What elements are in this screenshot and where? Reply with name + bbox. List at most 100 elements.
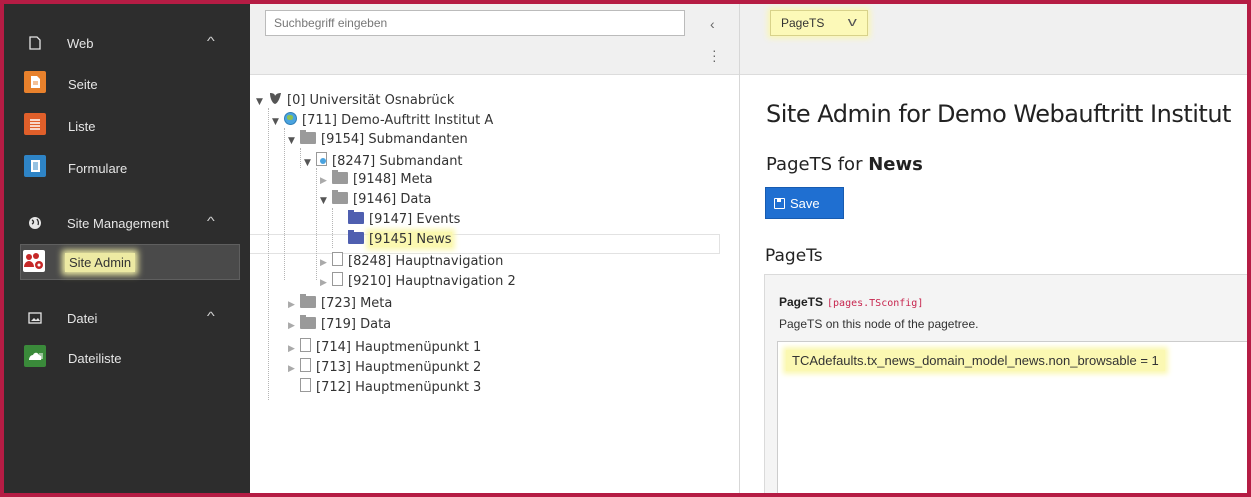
tree-node-selected[interactable]: [9145] News (348, 230, 452, 252)
expand-icon[interactable]: ▼ (304, 158, 316, 168)
page-icon (300, 358, 311, 372)
tree-node-label: [714] Hauptmenüpunkt 1 (316, 340, 482, 355)
site-root-icon (284, 112, 297, 125)
page-icon (300, 338, 311, 352)
folder-icon (332, 190, 348, 204)
menu-group-label: Site Management (67, 216, 169, 231)
menu-group-datei[interactable]: Datei ^ (4, 301, 250, 335)
list-module-icon (24, 113, 46, 135)
content-area: PageTS v Site Admin for Demo Webauftritt… (740, 4, 1247, 493)
subsite-page-icon (316, 152, 327, 166)
more-options-icon[interactable]: · · · (712, 43, 717, 67)
tree-node-label: [9145] News (369, 232, 452, 247)
globe-icon (29, 217, 41, 229)
module-function-select[interactable]: PageTS v (770, 10, 868, 36)
tree-node[interactable]: [9147] Events (348, 210, 461, 232)
tree-node[interactable]: ▶ [714] Hauptmenüpunkt 1 (288, 338, 481, 358)
tree-node-label: [719] Data (321, 317, 392, 332)
pagets-field: PageTS [pages.TSconfig] PageTS on this no… (764, 274, 1247, 493)
site-admin-icon (23, 250, 45, 272)
form-module-icon (24, 155, 46, 177)
expand-icon[interactable]: ▶ (288, 344, 300, 354)
textarea-value: TCAdefaults.tx_news_domain_model_news.no… (786, 350, 1165, 371)
tree-node-label: [713] Hauptmenüpunkt 2 (316, 360, 482, 375)
tree-node[interactable]: ▶ [9148] Meta (320, 170, 433, 192)
tree-search-input[interactable]: Suchbegriff eingeben (265, 10, 685, 36)
subtitle-prefix: PageTS for (766, 154, 869, 175)
chevron-up-icon: ^ (206, 214, 215, 228)
tree-node[interactable]: ▼ [9146] Data (320, 190, 432, 212)
tree-node[interactable]: [712] Hauptmenüpunkt 3 (300, 378, 481, 398)
menu-item-seite[interactable]: Seite (18, 67, 242, 101)
field-label-text: PageTS (779, 295, 824, 309)
menu-group-web[interactable]: Web ^ (4, 26, 250, 60)
expand-icon[interactable]: ▶ (288, 364, 300, 374)
expand-icon[interactable]: ▶ (320, 176, 332, 186)
save-label: Save (790, 196, 820, 211)
page-icon (332, 252, 343, 266)
tree-node[interactable]: ▶ [719] Data (288, 315, 392, 337)
expand-icon[interactable]: ▶ (288, 321, 300, 331)
page-title: Site Admin for Demo Webauftritt Institut (766, 100, 1231, 128)
select-value: PageTS (781, 16, 825, 30)
app-frame: Web ^ Seite Liste Formulare Site Managem… (0, 0, 1251, 497)
tree-node[interactable]: ▼ [8247] Submandant (304, 152, 463, 172)
selected-row (250, 234, 720, 254)
pagets-textarea[interactable]: TCAdefaults.tx_news_domain_model_news.no… (777, 341, 1247, 493)
folder-icon (300, 294, 316, 308)
save-icon (774, 198, 785, 209)
menu-item-label: Dateiliste (68, 351, 122, 366)
expand-icon[interactable]: ▶ (320, 278, 332, 288)
menu-group-label: Web (67, 36, 94, 51)
tree-node[interactable]: ▶ [723] Meta (288, 294, 392, 316)
page-subtitle: PageTS for News (766, 154, 923, 175)
folder-icon (300, 130, 316, 144)
field-code: [pages.TSconfig] (827, 298, 924, 309)
field-label: PageTS [pages.TSconfig] (779, 295, 923, 309)
expand-icon[interactable]: ▼ (272, 117, 284, 127)
menu-item-formulare[interactable]: Formulare (18, 151, 242, 185)
menu-item-liste[interactable]: Liste (18, 109, 242, 143)
news-folder-icon (348, 210, 364, 224)
menu-item-dateiliste[interactable]: Dateiliste (18, 341, 242, 375)
tree-node-label: [711] Demo-Auftritt Institut A (302, 113, 494, 128)
tree-node-label: [0] Universität Osnabrück (287, 93, 455, 108)
folder-icon (332, 170, 348, 184)
chevron-up-icon: ^ (206, 309, 215, 323)
menu-item-label: Formulare (68, 161, 128, 176)
expand-icon[interactable]: ▶ (320, 258, 332, 268)
module-menu: Web ^ Seite Liste Formulare Site Managem… (4, 4, 250, 493)
save-button[interactable]: Save (765, 187, 844, 219)
tree-toolbar: Suchbegriff eingeben ‹ · · · (250, 4, 739, 75)
tree-node-label: [9147] Events (369, 212, 461, 227)
tree-node[interactable]: ▶ [8248] Hauptnavigation (320, 252, 503, 272)
section-title: PageTs (765, 246, 823, 266)
folder-icon (300, 315, 316, 329)
tree-node-label: [9146] Data (353, 192, 432, 207)
menu-item-site-admin[interactable]: Site Admin (20, 244, 240, 280)
page-icon (300, 378, 311, 392)
tree-node[interactable]: ▼ [711] Demo-Auftritt Institut A (272, 112, 493, 132)
expand-icon[interactable]: ▼ (288, 136, 300, 146)
expand-icon[interactable]: ▼ (256, 97, 268, 107)
image-icon (28, 312, 42, 324)
expand-icon[interactable]: ▼ (320, 196, 332, 206)
news-folder-icon (348, 230, 364, 244)
chevron-down-icon: v (847, 14, 857, 29)
tree-node-label: [9154] Submandanten (321, 132, 468, 147)
collapse-icon[interactable]: ‹ (710, 16, 715, 32)
tree-node[interactable]: ▶ [713] Hauptmenüpunkt 2 (288, 358, 481, 378)
tree-node[interactable]: ▼ [0] Universität Osnabrück (256, 92, 454, 112)
tree-node[interactable]: ▼ [9154] Submandanten (288, 130, 468, 152)
page-icon (332, 272, 343, 286)
tree-node-label: [9148] Meta (353, 172, 433, 187)
menu-group-site-management[interactable]: Site Management ^ (4, 206, 250, 240)
filelist-module-icon (24, 345, 46, 367)
chevron-up-icon: ^ (206, 34, 215, 48)
tree-node[interactable]: ▶ [9210] Hauptnavigation 2 (320, 272, 516, 292)
tree-node-label: [712] Hauptmenüpunkt 3 (316, 380, 482, 395)
menu-group-label: Datei (67, 311, 98, 326)
expand-icon[interactable]: ▶ (288, 300, 300, 310)
tree-node-label: [9210] Hauptnavigation 2 (348, 274, 516, 289)
page-module-icon (24, 71, 46, 93)
